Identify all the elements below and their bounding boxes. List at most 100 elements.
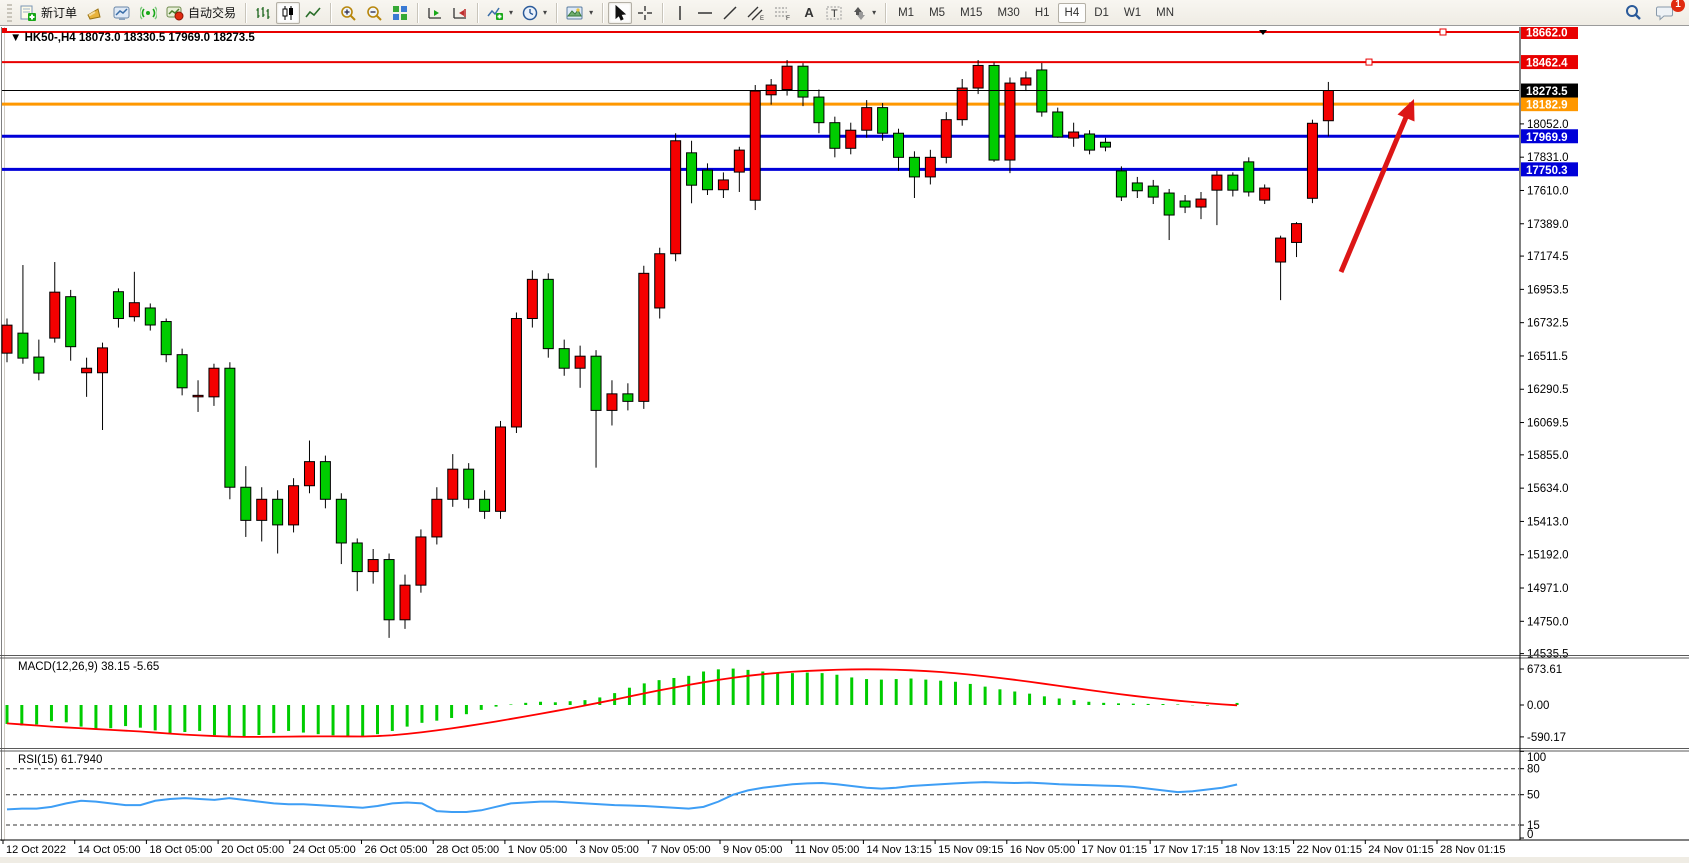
candle-body-bear xyxy=(320,462,330,500)
chart-shift-button[interactable] xyxy=(448,2,472,24)
candle-body-bull xyxy=(257,499,267,520)
svg-text:17174.5: 17174.5 xyxy=(1527,251,1569,263)
time-axis-label: 16 Nov 05:00 xyxy=(1010,844,1075,856)
candle-body-bear xyxy=(830,123,840,149)
candle-body-bull xyxy=(607,394,617,411)
indicators-button[interactable]: ▾ xyxy=(483,2,517,24)
signals-button[interactable] xyxy=(136,2,161,24)
candle-body-bull xyxy=(129,303,139,317)
candle-body-bear xyxy=(1116,171,1126,197)
candle-body-bull xyxy=(1069,132,1079,138)
candle-body-bull xyxy=(957,88,967,120)
object-anchor-marker[interactable] xyxy=(2,28,7,33)
chart-area[interactable]: 18052.017831.017610.017389.017174.516953… xyxy=(0,27,1689,863)
candlestick-icon xyxy=(280,5,296,21)
timeframe-m5-button[interactable]: M5 xyxy=(922,3,952,23)
dropdown-arrow-icon: ▾ xyxy=(872,8,876,17)
crosshair-tool-button[interactable] xyxy=(633,2,657,24)
candle-body-bull xyxy=(82,368,92,373)
equidistant-channel-tool-button[interactable]: E xyxy=(743,2,769,24)
candle-body-bull xyxy=(304,462,314,486)
fibonacci-tool-button[interactable]: F xyxy=(770,2,796,24)
text-label-tool-button[interactable]: T xyxy=(822,2,847,24)
chart-canvas[interactable]: 18052.017831.017610.017389.017174.516953… xyxy=(0,27,1689,863)
candle-body-bull xyxy=(1196,199,1206,207)
auto-scroll-button[interactable] xyxy=(423,2,447,24)
dropdown-arrow-icon: ▾ xyxy=(543,8,547,17)
toolbar-separator xyxy=(245,3,246,23)
candle-body-bull xyxy=(862,108,872,131)
svg-text:0.00: 0.00 xyxy=(1527,700,1549,712)
timeframe-d1-button[interactable]: D1 xyxy=(1087,3,1116,23)
candle-body-bear xyxy=(1085,134,1095,150)
timeframe-m1-button[interactable]: M1 xyxy=(891,3,921,23)
time-axis-label: 9 Nov 05:00 xyxy=(723,844,782,856)
svg-text:E: E xyxy=(760,16,764,21)
timeframe-h1-button[interactable]: H1 xyxy=(1028,3,1057,23)
dropdown-arrow-icon: ▾ xyxy=(509,8,513,17)
horizontal-line-tool-button[interactable] xyxy=(693,2,717,24)
tile-windows-button[interactable] xyxy=(388,2,412,24)
dropdown-arrow-icon: ▾ xyxy=(589,8,593,17)
candle-body-bear xyxy=(909,157,919,177)
candle-body-bull xyxy=(750,91,760,200)
svg-text:18462.4: 18462.4 xyxy=(1526,58,1568,70)
autotrade-button[interactable]: 自动交易 xyxy=(162,2,240,24)
timeframe-m30-button[interactable]: M30 xyxy=(990,3,1026,23)
candle-body-bull xyxy=(193,395,203,397)
candle-body-bear xyxy=(384,560,394,620)
candlestick-mode-button[interactable] xyxy=(276,2,300,24)
zoom-out-button[interactable] xyxy=(362,2,387,24)
chat-button[interactable]: 1 xyxy=(1652,2,1679,24)
vertical-line-tool-button[interactable] xyxy=(668,2,692,24)
time-axis-label: 11 Nov 05:00 xyxy=(795,844,860,856)
macd-label: MACD(12,26,9) 38.15 -5.65 xyxy=(18,661,159,673)
zoom-in-button[interactable] xyxy=(336,2,361,24)
candle-body-bull xyxy=(671,141,681,254)
line-chart-mode-button[interactable] xyxy=(301,2,325,24)
line-handle[interactable] xyxy=(1440,29,1446,35)
cursor-tool-button[interactable] xyxy=(608,2,632,24)
svg-text:80: 80 xyxy=(1527,764,1540,776)
time-axis-label: 24 Nov 01:15 xyxy=(1368,844,1433,856)
text-label-icon: T xyxy=(826,5,843,21)
candle-body-bear xyxy=(66,297,76,347)
trendline-icon xyxy=(722,5,738,21)
timeframe-mn-button[interactable]: MN xyxy=(1149,3,1181,23)
text-tool-button[interactable]: A xyxy=(797,2,821,24)
candle-body-bear xyxy=(1228,175,1238,190)
clock-icon xyxy=(522,5,538,21)
timeframe-m15-button[interactable]: M15 xyxy=(953,3,989,23)
svg-text:16732.5: 16732.5 xyxy=(1527,318,1569,330)
search-button[interactable] xyxy=(1620,2,1646,24)
candle-body-bull xyxy=(1005,83,1015,160)
time-axis-label: 22 Nov 01:15 xyxy=(1297,844,1362,856)
chart-window-button[interactable] xyxy=(109,2,135,24)
candle-body-bear xyxy=(480,499,490,511)
candle-body-bull xyxy=(209,368,219,397)
timeframe-h4-button[interactable]: H4 xyxy=(1058,3,1087,23)
bar-chart-mode-button[interactable] xyxy=(251,2,275,24)
vertical-line-icon xyxy=(674,5,686,21)
line-handle[interactable] xyxy=(1366,59,1372,65)
template-icon xyxy=(566,5,584,21)
svg-text:18182.9: 18182.9 xyxy=(1526,100,1568,112)
time-axis-label: 12 Oct 2022 xyxy=(6,844,66,856)
toolbar-grip[interactable] xyxy=(7,4,12,22)
arrows-tool-button[interactable]: ▾ xyxy=(848,2,880,24)
new-order-button[interactable]: 新订单 xyxy=(16,2,81,24)
timeframe-w1-button[interactable]: W1 xyxy=(1117,3,1148,23)
candle-body-bull xyxy=(639,273,649,401)
market-watch-button[interactable] xyxy=(82,2,108,24)
candle-body-bull xyxy=(575,356,585,368)
candle-body-bear xyxy=(1244,162,1254,192)
periods-button[interactable]: ▾ xyxy=(518,2,551,24)
candle-body-bull xyxy=(1212,175,1222,190)
cursor-icon xyxy=(613,5,627,21)
templates-button[interactable]: ▾ xyxy=(562,2,597,24)
trendline-tool-button[interactable] xyxy=(718,2,742,24)
svg-text:17389.0: 17389.0 xyxy=(1527,219,1569,231)
time-axis-label: 18 Nov 13:15 xyxy=(1225,844,1290,856)
candle-body-bull xyxy=(2,325,12,353)
chart-symbol-title: ▼ HK50-,H4 18073.0 18330.5 17969.0 18273… xyxy=(10,32,255,44)
